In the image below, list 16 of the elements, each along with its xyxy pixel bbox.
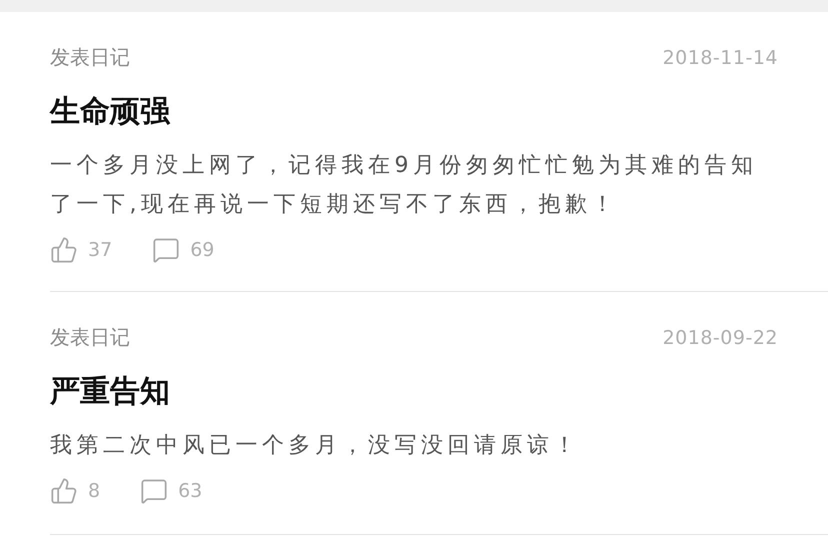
post-type-label: 发表日记 <box>50 324 130 351</box>
post-date: 2018-09-22 <box>662 326 778 348</box>
comment-icon[interactable] <box>152 236 180 264</box>
post-date: 2018-11-14 <box>662 46 778 68</box>
post-type-label: 发表日记 <box>50 44 130 71</box>
post-body: 我第二次中风已一个多月，没写没回请原谅！ <box>50 432 581 460</box>
comment-count: 63 <box>178 480 202 502</box>
thumbs-up-icon[interactable] <box>50 236 78 264</box>
like-count: 37 <box>88 239 112 261</box>
post-body: 一个多月没上网了，记得我在9月份匆匆忙忙勉为其难的告知了一下,现在再说一下短期还写不了东西，抱歉！ <box>50 152 758 219</box>
thumbs-up-icon[interactable] <box>50 477 78 505</box>
comment-icon[interactable] <box>140 477 168 505</box>
post-title[interactable]: 严重告知 <box>50 371 778 412</box>
post-title[interactable]: 生命顽强 <box>50 91 778 132</box>
like-count: 8 <box>88 480 100 502</box>
comment-count: 69 <box>190 239 214 261</box>
